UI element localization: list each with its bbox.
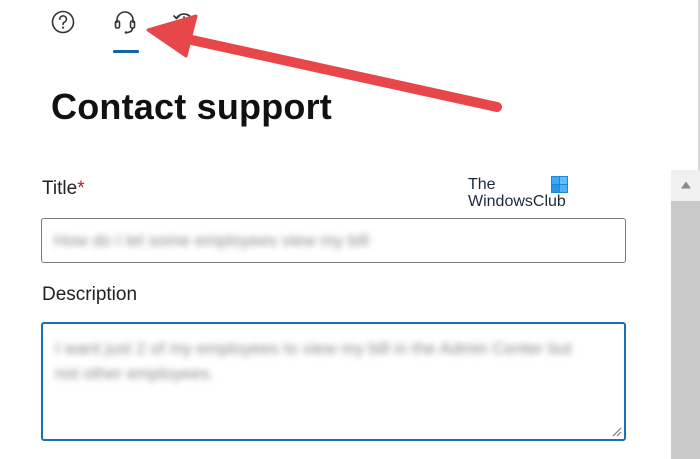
scroll-up-arrow-icon[interactable] — [680, 180, 692, 190]
windows-logo-icon — [551, 176, 568, 193]
title-input-value: How do I let some employees view my bill — [54, 231, 369, 250]
required-marker: * — [77, 178, 85, 199]
description-textarea[interactable]: I want just 2 of my employees to view my… — [41, 322, 626, 441]
help-circle-icon — [51, 10, 75, 34]
watermark-line1: The — [468, 176, 496, 193]
resize-grip-icon[interactable] — [610, 425, 622, 437]
tab-help[interactable] — [45, 4, 81, 40]
title-label-text: Title — [42, 178, 78, 199]
description-textarea-value: I want just 2 of my employees to view my… — [55, 339, 572, 383]
vertical-scrollbar[interactable] — [671, 170, 700, 459]
title-field-label: Title* — [42, 178, 85, 200]
history-icon — [172, 13, 194, 33]
title-input[interactable]: How do I let some employees view my bill — [41, 218, 626, 263]
headset-icon — [114, 11, 136, 34]
description-field-label: Description — [42, 284, 138, 305]
watermark-line2: WindowsClub — [468, 193, 566, 210]
tab-contact-support[interactable] — [107, 4, 143, 40]
watermark-logo: The WindowsClub — [468, 176, 578, 216]
page-title: Contact support — [51, 86, 332, 127]
tab-history[interactable] — [166, 4, 202, 40]
support-tab-bar — [0, 0, 700, 60]
selected-tab-indicator — [113, 50, 139, 53]
